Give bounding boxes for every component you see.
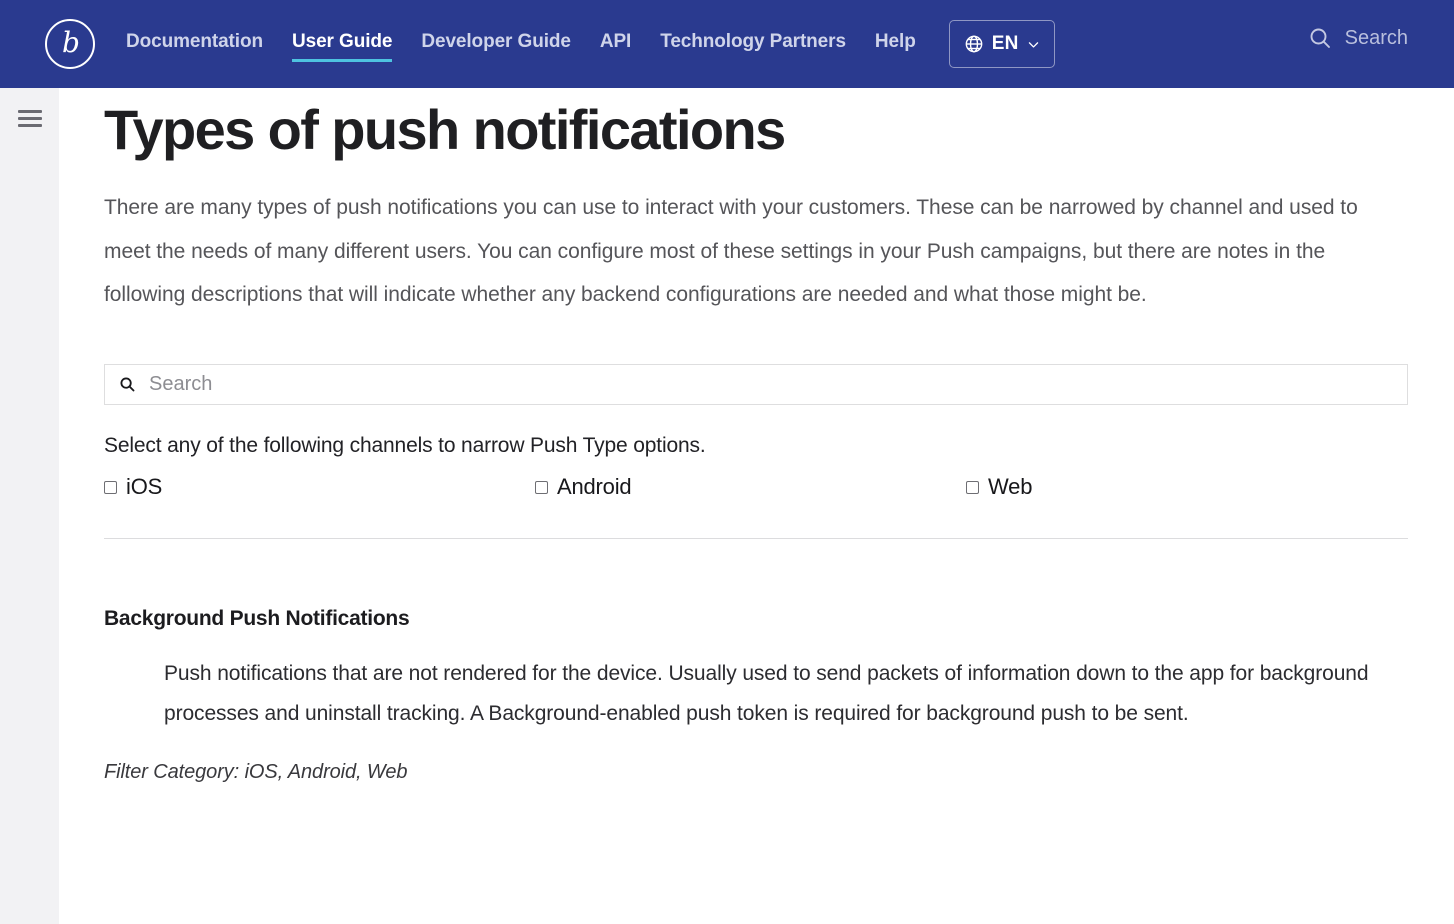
channel-label-android: Android — [557, 473, 632, 499]
hamburger-bar-3 — [18, 124, 42, 127]
page-root: b Documentation User Guide Developer Gui… — [0, 0, 1454, 924]
entry-body-background-push: Push notifications that are not rendered… — [164, 661, 1369, 726]
braze-logo-glyph: b — [62, 26, 80, 59]
chevron-down-icon — [1028, 41, 1038, 48]
main-content: Types of push notifications There are ma… — [59, 88, 1454, 924]
channel-checkbox-ios[interactable]: iOS — [104, 474, 535, 500]
language-label: EN — [991, 33, 1019, 54]
braze-logo-circle: b — [45, 19, 95, 69]
global-search-label: Search — [1344, 26, 1408, 49]
global-search-button[interactable]: Search — [1308, 26, 1408, 50]
top-navigation-bar: b Documentation User Guide Developer Gui… — [0, 0, 1454, 88]
channel-filter-group: iOS Android Web — [104, 474, 1408, 500]
search-input[interactable] — [147, 371, 1393, 397]
entry-title-background-push: Background Push Notifications — [104, 606, 410, 630]
filter-search-box[interactable] — [104, 363, 1408, 405]
channel-label-web: Web — [988, 473, 1033, 499]
search-icon — [1310, 28, 1330, 48]
nav-link-technology-partners[interactable]: Technology Partners — [660, 31, 846, 58]
channel-checkbox-android[interactable]: Android — [535, 474, 966, 500]
section-divider — [104, 537, 1408, 539]
primary-nav-links: Documentation User Guide Developer Guide… — [126, 31, 945, 62]
nav-link-user-guide[interactable]: User Guide — [291, 31, 393, 62]
left-sidebar-rail — [0, 88, 59, 924]
hamburger-bar-2 — [18, 117, 42, 120]
channel-filter-prompt: Select any of the following channels to … — [104, 433, 706, 457]
globe-icon — [965, 35, 983, 53]
intro-paragraph: There are many types of push notificatio… — [104, 196, 1358, 306]
entry-filter-category-background-push: Filter Category: iOS, Android, Web — [104, 760, 408, 783]
nav-link-help[interactable]: Help — [875, 31, 916, 58]
hamburger-menu-icon[interactable] — [18, 110, 42, 128]
checkbox-box-web[interactable] — [966, 481, 979, 494]
channel-label-ios: iOS — [126, 473, 163, 499]
nav-link-developer-guide[interactable]: Developer Guide — [421, 31, 571, 58]
braze-logo[interactable]: b — [44, 18, 96, 70]
checkbox-box-ios[interactable] — [104, 481, 117, 494]
checkbox-box-android[interactable] — [535, 481, 548, 494]
language-selector[interactable]: EN — [948, 20, 1055, 68]
nav-link-documentation[interactable]: Documentation — [126, 31, 263, 58]
search-icon — [120, 376, 135, 391]
channel-checkbox-web[interactable]: Web — [966, 474, 1032, 500]
hamburger-bar-1 — [18, 110, 42, 113]
nav-link-api[interactable]: API — [600, 31, 631, 58]
page-title: Types of push notifications — [104, 98, 786, 161]
